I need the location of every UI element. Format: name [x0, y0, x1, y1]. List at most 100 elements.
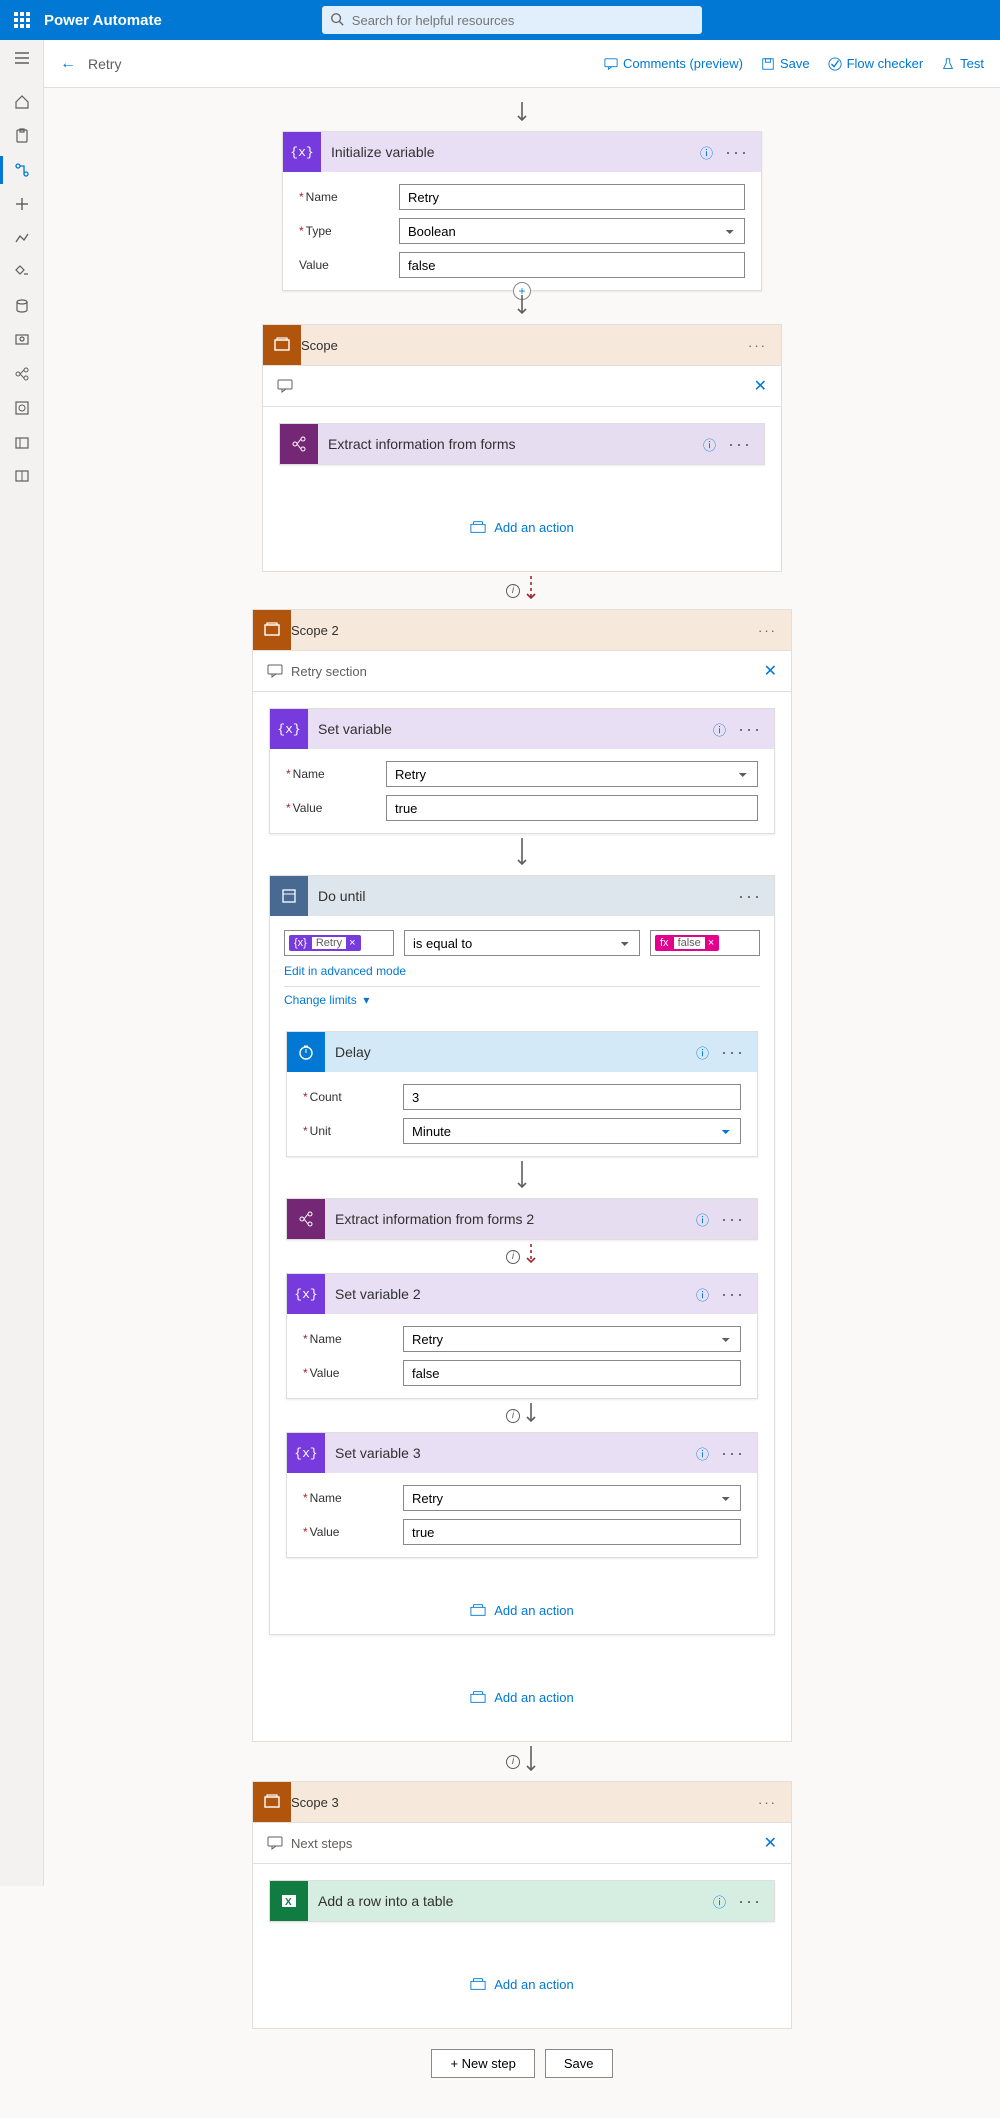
- add-action-link[interactable]: Add an action: [470, 519, 574, 535]
- more-menu[interactable]: ···: [742, 338, 773, 353]
- more-menu[interactable]: ···: [717, 1284, 749, 1305]
- more-menu[interactable]: ···: [734, 719, 766, 740]
- svg-text:X: X: [285, 1897, 292, 1908]
- action-scope-2[interactable]: Scope 2 ··· Retry section ✕ {x}Set varia…: [252, 609, 792, 1742]
- action-set-variable[interactable]: {x}Set variableⓘ··· *NameRetry *Value: [269, 708, 775, 834]
- action-initialize-variable[interactable]: {x} Initialize variable ⓘ ··· *Name *Typ…: [282, 131, 762, 291]
- app-launcher-icon[interactable]: [14, 12, 30, 28]
- comment-icon: [277, 378, 293, 394]
- nav-flows-icon[interactable]: [12, 160, 32, 180]
- help-icon[interactable]: ⓘ: [696, 1043, 709, 1062]
- value-input[interactable]: [403, 1360, 741, 1386]
- more-menu[interactable]: ···: [717, 1209, 749, 1230]
- help-icon[interactable]: ⓘ: [696, 1210, 709, 1229]
- nav-solutions-icon[interactable]: [12, 432, 32, 452]
- scope-icon: [263, 325, 301, 365]
- unit-select[interactable]: Minute: [403, 1118, 741, 1144]
- run-after-icon[interactable]: i: [506, 584, 520, 598]
- more-menu[interactable]: ···: [717, 1042, 749, 1063]
- more-menu[interactable]: ···: [717, 1443, 749, 1464]
- nav-ai-builder-icon[interactable]: [12, 364, 32, 384]
- nav-create-icon[interactable]: [12, 194, 32, 214]
- add-action-link[interactable]: Add an action: [470, 1602, 574, 1618]
- help-icon[interactable]: ⓘ: [696, 1444, 709, 1463]
- search-icon: [330, 12, 344, 26]
- test-button[interactable]: Test: [941, 56, 984, 71]
- action-set-variable-2[interactable]: {x}Set variable 2ⓘ··· *NameRetry *Value: [286, 1273, 758, 1399]
- action-scope-1[interactable]: Scope ··· ✕ Extract information from for…: [262, 324, 782, 572]
- variable-icon: {x}: [287, 1274, 325, 1314]
- save-button[interactable]: Save: [761, 56, 810, 71]
- more-menu[interactable]: ···: [752, 623, 783, 638]
- flow-canvas: {x} Initialize variable ⓘ ··· *Name *Typ…: [44, 88, 1000, 2118]
- hamburger-icon[interactable]: [12, 48, 32, 68]
- count-input[interactable]: [403, 1084, 741, 1110]
- name-select[interactable]: Retry: [403, 1485, 741, 1511]
- edit-advanced-link[interactable]: Edit in advanced mode: [284, 964, 760, 978]
- action-excel-add-row[interactable]: XAdd a row into a tableⓘ···: [269, 1880, 775, 1922]
- action-set-variable-3[interactable]: {x}Set variable 3ⓘ··· *NameRetry *Value: [286, 1432, 758, 1558]
- variable-icon: {x}: [287, 1433, 325, 1473]
- add-action-link[interactable]: Add an action: [470, 1689, 574, 1705]
- variable-icon: {x}: [270, 709, 308, 749]
- condition-left[interactable]: {x}Retry ×: [284, 930, 394, 956]
- help-icon[interactable]: ⓘ: [703, 435, 716, 454]
- back-button[interactable]: ←: [60, 55, 76, 73]
- new-step-button[interactable]: + New step: [431, 2049, 534, 2078]
- name-select[interactable]: Retry: [386, 761, 758, 787]
- run-after-icon[interactable]: i: [506, 1250, 520, 1264]
- action-extract-forms-2[interactable]: Extract information from forms 2ⓘ···: [286, 1198, 758, 1240]
- flow-arrow: [524, 1403, 538, 1428]
- action-extract-forms[interactable]: Extract information from forms ⓘ···: [279, 423, 765, 465]
- help-icon[interactable]: ⓘ: [713, 720, 726, 739]
- value-input[interactable]: [399, 252, 745, 278]
- nav-learn-icon[interactable]: [12, 466, 32, 486]
- save-button-footer[interactable]: Save: [545, 2049, 613, 2078]
- nav-monitor-icon[interactable]: [12, 330, 32, 350]
- more-menu[interactable]: ···: [734, 1891, 766, 1912]
- nav-action-items-icon[interactable]: [12, 126, 32, 146]
- more-menu[interactable]: ···: [734, 886, 766, 907]
- scope-icon: [253, 1782, 291, 1822]
- left-nav-rail: [0, 40, 44, 1886]
- close-icon[interactable]: ✕: [764, 661, 777, 681]
- flow-checker-button[interactable]: Flow checker: [828, 56, 924, 71]
- close-icon[interactable]: ✕: [764, 1833, 777, 1853]
- comments-button[interactable]: Comments (preview): [604, 56, 743, 71]
- more-menu[interactable]: ···: [721, 142, 753, 163]
- comment-icon: [267, 663, 283, 679]
- flow-arrow: [524, 1746, 538, 1777]
- help-icon[interactable]: ⓘ: [696, 1285, 709, 1304]
- value-input[interactable]: [403, 1519, 741, 1545]
- flow-arrow: [515, 102, 529, 127]
- name-select[interactable]: Retry: [403, 1326, 741, 1352]
- nav-process-advisor-icon[interactable]: [12, 398, 32, 418]
- type-select[interactable]: Boolean: [399, 218, 745, 244]
- value-input[interactable]: [386, 795, 758, 821]
- app-title: Power Automate: [44, 12, 162, 29]
- nav-templates-icon[interactable]: [12, 228, 32, 248]
- more-menu[interactable]: ···: [724, 434, 756, 455]
- action-scope-3[interactable]: Scope 3 ··· Next steps ✕ XAdd a row into…: [252, 1781, 792, 2029]
- condition-operator[interactable]: is equal to: [404, 930, 640, 956]
- condition-right[interactable]: fxfalse ×: [650, 930, 760, 956]
- designer-toolbar: ← Retry Comments (preview) Save Flow che…: [44, 40, 1000, 88]
- nav-home-icon[interactable]: [12, 92, 32, 112]
- run-after-icon[interactable]: i: [506, 1755, 520, 1769]
- help-icon[interactable]: ⓘ: [713, 1892, 726, 1911]
- more-menu[interactable]: ···: [752, 1795, 783, 1810]
- action-title: Initialize variable: [321, 144, 700, 160]
- nav-connectors-icon[interactable]: [12, 262, 32, 282]
- close-icon[interactable]: ✕: [754, 376, 767, 396]
- search-input[interactable]: [322, 6, 702, 34]
- add-action-link[interactable]: Add an action: [470, 1976, 574, 1992]
- run-after-icon[interactable]: i: [506, 1409, 520, 1423]
- change-limits-link[interactable]: Change limits ▾: [284, 993, 760, 1007]
- action-delay[interactable]: Delayⓘ··· *Count *UnitMinute: [286, 1031, 758, 1157]
- ai-builder-icon: [287, 1199, 325, 1239]
- action-do-until[interactable]: Do until··· {x}Retry × is equal to fxfal…: [269, 875, 775, 1635]
- name-input[interactable]: [399, 184, 745, 210]
- nav-data-icon[interactable]: [12, 296, 32, 316]
- flow-title: Retry: [88, 56, 121, 72]
- help-icon[interactable]: ⓘ: [700, 143, 713, 162]
